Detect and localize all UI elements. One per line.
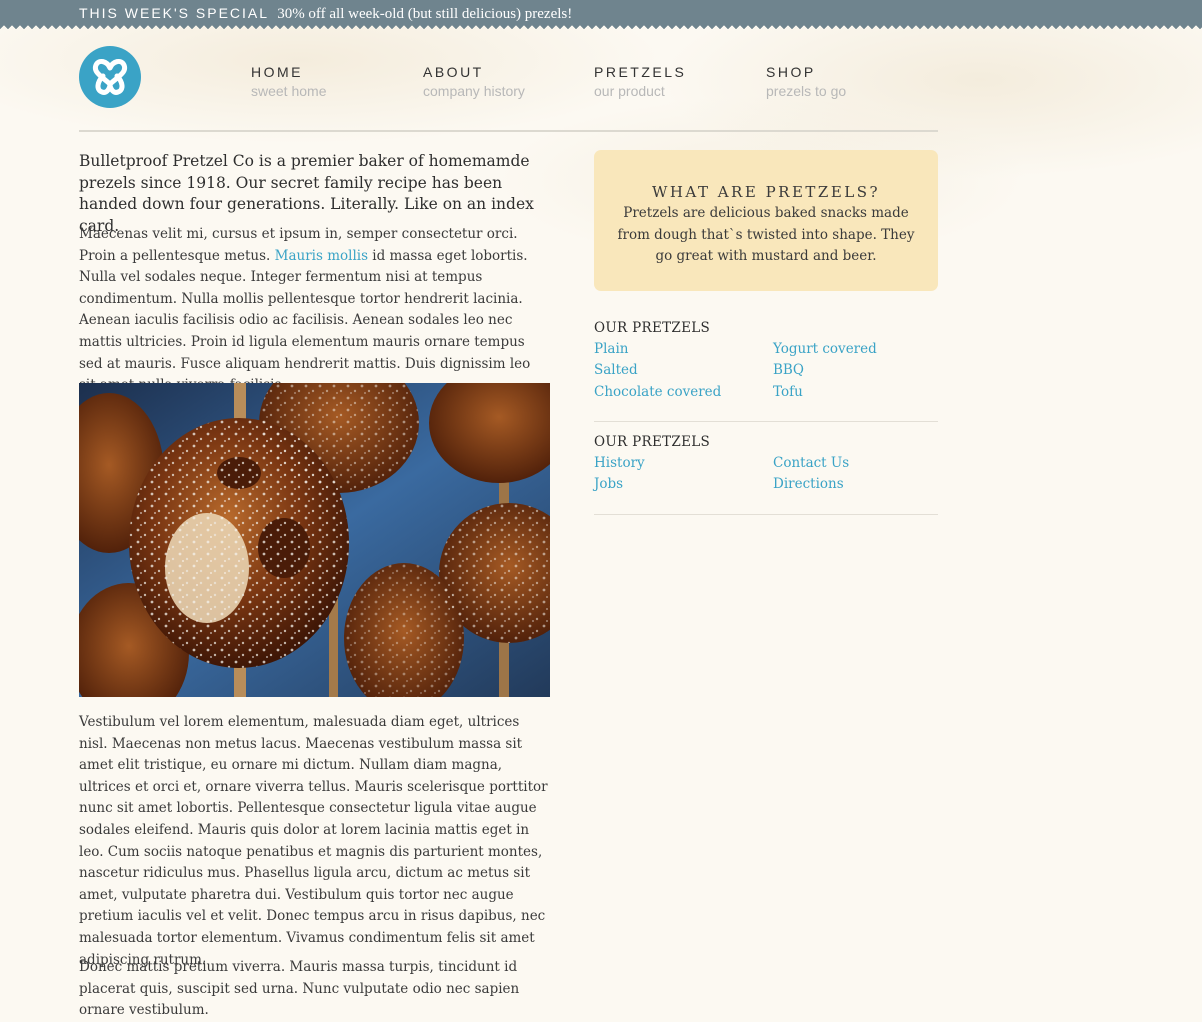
nav-about-subtitle: company history: [423, 83, 525, 99]
link-tofu[interactable]: Tofu: [773, 384, 803, 400]
nav-pretzels[interactable]: PRETZELS our product: [594, 64, 744, 99]
promo-message: 30% off all week-old (but still deliciou…: [277, 6, 573, 22]
link-jobs[interactable]: Jobs: [594, 476, 623, 492]
mauris-mollis-link[interactable]: Mauris mollis: [275, 248, 368, 264]
page-content: HOME sweet home ABOUT company history PR…: [0, 0, 1202, 1018]
what-are-pretzels-callout: WHAT ARE PRETZELS? Pretzels are deliciou…: [594, 150, 938, 291]
nav-home-subtitle: sweet home: [251, 83, 327, 99]
body-paragraph-3: Donec mattis pretium viverra. Mauris mas…: [79, 959, 520, 1019]
link-salted[interactable]: Salted: [594, 362, 638, 378]
our-pretzels-heading: OUR PRETZELS: [594, 320, 711, 336]
header-divider: [79, 130, 938, 132]
link-chocolate-covered[interactable]: Chocolate covered: [594, 384, 721, 400]
nav-home[interactable]: HOME sweet home: [251, 64, 401, 99]
pretzel-photo: [79, 383, 550, 697]
link-yogurt-covered[interactable]: Yogurt covered: [773, 341, 877, 357]
nav-shop[interactable]: SHOP prezels to go: [766, 64, 916, 99]
sidebar-divider-2: [594, 514, 938, 515]
body-paragraph-2: Vestibulum vel lorem elementum, malesuad…: [79, 714, 548, 968]
link-contact-us[interactable]: Contact Us: [773, 455, 849, 471]
nav-about-title: ABOUT: [423, 64, 484, 80]
promo-banner-edge: [0, 25, 1202, 30]
promo-banner: THIS WEEK'S SPECIAL 30% off all week-old…: [0, 0, 1202, 25]
pretzel-logo-icon[interactable]: [79, 46, 141, 108]
link-history[interactable]: History: [594, 455, 645, 471]
nav-shop-subtitle: prezels to go: [766, 83, 847, 99]
nav-shop-title: SHOP: [766, 64, 816, 80]
body-paragraph-1: Maecenas velit mi, cursus et ipsum in, s…: [79, 224, 551, 397]
sidebar-divider-1: [594, 421, 938, 422]
link-directions[interactable]: Directions: [773, 476, 844, 492]
company-links-heading: OUR PRETZELS: [594, 434, 711, 450]
link-plain[interactable]: Plain: [594, 341, 628, 357]
nav-home-title: HOME: [251, 64, 303, 80]
promo-text: THIS WEEK'S SPECIAL 30% off all week-old…: [79, 5, 572, 23]
nav-about[interactable]: ABOUT company history: [423, 64, 573, 99]
callout-text: Pretzels are delicious baked snacks made…: [617, 205, 915, 264]
callout-title: WHAT ARE PRETZELS?: [651, 183, 881, 201]
nav-pretzels-subtitle: our product: [594, 83, 665, 99]
link-bbq[interactable]: BBQ: [773, 362, 804, 378]
body-paragraph-1-end: id massa eget lobortis. Nulla vel sodale…: [79, 247, 531, 394]
nav-pretzels-title: PRETZELS: [594, 64, 687, 80]
promo-label: THIS WEEK'S SPECIAL: [79, 5, 270, 21]
